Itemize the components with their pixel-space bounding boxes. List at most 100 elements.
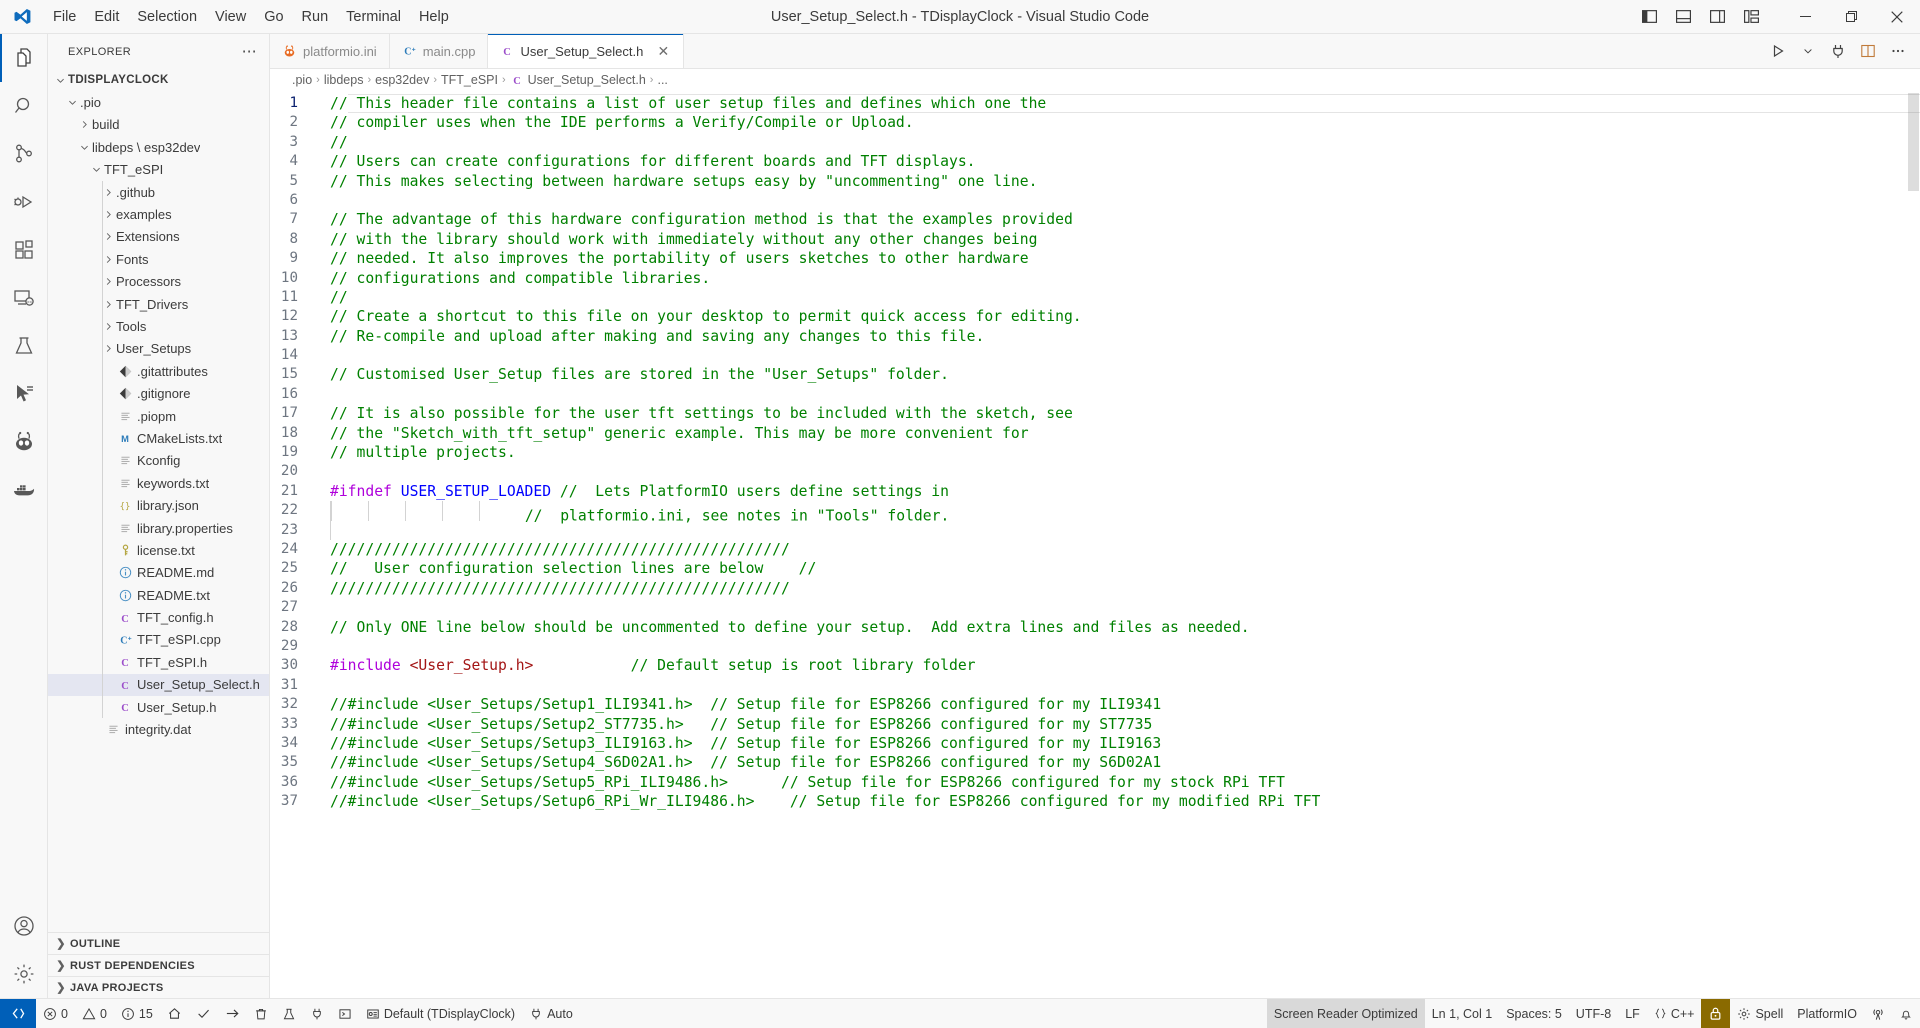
run-code-icon[interactable] xyxy=(1764,34,1792,69)
tree-folder-tools[interactable]: Tools xyxy=(48,315,269,337)
code-line[interactable]: 34//#include <User_Setups/Setup3_ILI9163… xyxy=(270,734,1920,753)
code-line[interactable]: 20 xyxy=(270,462,1920,481)
code-line[interactable]: 9// needed. It also improves the portabi… xyxy=(270,249,1920,268)
code-line[interactable]: 27 xyxy=(270,598,1920,617)
tab-platformio-ini[interactable]: platformio.ini xyxy=(270,34,390,68)
tree-folder-tft-drivers[interactable]: TFT_Drivers xyxy=(48,293,269,315)
chevron-down-icon[interactable] xyxy=(64,97,80,108)
sidebar-item-rust-dependencies[interactable]: ❯ RUST DEPENDENCIES xyxy=(48,954,269,976)
code-editor[interactable]: 1// This header file contains a list of … xyxy=(270,91,1920,998)
code-line[interactable]: 15// Customised User_Setup files are sto… xyxy=(270,365,1920,384)
tree-file-readme-md[interactable]: README.md xyxy=(48,562,269,584)
chevron-down-icon[interactable] xyxy=(52,75,68,86)
tree-folder-extensions[interactable]: Extensions xyxy=(48,226,269,248)
code-line[interactable]: 19// multiple projects. xyxy=(270,443,1920,462)
activity-testing[interactable] xyxy=(0,322,48,370)
tree-folder-build[interactable]: build xyxy=(48,114,269,136)
file-tree[interactable]: TDISPLAYCLOCK.piobuildlibdeps \ esp32dev… xyxy=(48,69,269,932)
tree-folder--github[interactable]: .github xyxy=(48,181,269,203)
status-pio-serial-monitor[interactable] xyxy=(303,999,331,1028)
status-pio-project-env[interactable]: Default (TDisplayClock) xyxy=(359,999,522,1028)
status-pio-home[interactable] xyxy=(160,999,189,1028)
code-line[interactable]: 13// Re-compile and upload after making … xyxy=(270,327,1920,346)
activity-remote-explorer[interactable]: >< xyxy=(0,274,48,322)
code-line[interactable]: 36//#include <User_Setups/Setup5_RPi_ILI… xyxy=(270,773,1920,792)
code-line[interactable]: 30#include <User_Setup.h> // Default set… xyxy=(270,656,1920,675)
breadcrumb-item[interactable]: CUser_Setup_Select.h xyxy=(510,73,646,87)
code-line[interactable]: 5// This makes selecting between hardwar… xyxy=(270,172,1920,191)
tree-file--piopm[interactable]: .piopm xyxy=(48,405,269,427)
toggle-secondary-sidebar-icon[interactable] xyxy=(1700,0,1734,34)
code-line[interactable]: 11// xyxy=(270,288,1920,307)
activity-docker[interactable] xyxy=(0,466,48,514)
code-line[interactable]: 14 xyxy=(270,346,1920,365)
scrollbar-thumb[interactable] xyxy=(1908,93,1919,191)
minimize-button[interactable] xyxy=(1782,0,1828,34)
tree-file-license-txt[interactable]: license.txt xyxy=(48,539,269,561)
breadcrumb-item[interactable]: libdeps xyxy=(324,73,364,87)
editor-vertical-scrollbar[interactable] xyxy=(1906,91,1920,998)
tree-folder-examples[interactable]: examples xyxy=(48,203,269,225)
activity-run-debug[interactable] xyxy=(0,178,48,226)
code-line[interactable]: 24//////////////////////////////////////… xyxy=(270,540,1920,559)
code-line[interactable]: 1// This header file contains a list of … xyxy=(270,94,1920,113)
code-line[interactable]: 8// with the library should work with im… xyxy=(270,230,1920,249)
status-editor-language[interactable]: C++ xyxy=(1647,999,1702,1028)
status-editor-indentation[interactable]: Spaces: 5 xyxy=(1499,999,1569,1028)
tree-file-cmakelists-txt[interactable]: MCMakeLists.txt xyxy=(48,427,269,449)
menu-file[interactable]: File xyxy=(44,5,85,29)
tree-folder--pio[interactable]: .pio xyxy=(48,91,269,113)
code-line[interactable]: 17// It is also possible for the user tf… xyxy=(270,404,1920,423)
chevron-right-icon[interactable] xyxy=(76,119,92,130)
remote-window-icon[interactable] xyxy=(0,999,36,1028)
status-pio-build[interactable] xyxy=(189,999,218,1028)
run-chevron-icon[interactable] xyxy=(1794,34,1822,69)
menu-edit[interactable]: Edit xyxy=(85,5,128,29)
tree-file-library-properties[interactable]: library.properties xyxy=(48,517,269,539)
tree-file-integrity-dat[interactable]: integrity.dat xyxy=(48,718,269,740)
code-line[interactable]: 32//#include <User_Setups/Setup1_ILI9341… xyxy=(270,695,1920,714)
code-line[interactable]: 35//#include <User_Setups/Setup4_S6D02A1… xyxy=(270,753,1920,772)
status-pio-serial-port[interactable]: Auto xyxy=(522,999,580,1028)
code-line[interactable]: 25// User configuration selection lines … xyxy=(270,559,1920,578)
ellipsis-icon[interactable]: ⋯ xyxy=(242,44,263,59)
breadcrumb-item[interactable]: TFT_eSPI xyxy=(441,73,498,87)
serial-monitor-icon[interactable] xyxy=(1824,34,1852,69)
activity-source-control[interactable] xyxy=(0,130,48,178)
status-problems-errors[interactable]: 0 xyxy=(36,999,75,1028)
activity-search[interactable] xyxy=(0,82,48,130)
chevron-down-icon[interactable] xyxy=(76,142,92,153)
tab-user-setup-select-h[interactable]: CUser_Setup_Select.h✕ xyxy=(488,34,684,68)
status-pio-clean[interactable] xyxy=(247,999,275,1028)
tab-close-icon[interactable]: ✕ xyxy=(655,43,671,60)
activity-cursor[interactable] xyxy=(0,370,48,418)
menu-go[interactable]: Go xyxy=(255,5,292,29)
activity-accounts[interactable] xyxy=(0,902,48,950)
tree-file-readme-txt[interactable]: README.txt xyxy=(48,584,269,606)
breadcrumb-item[interactable]: esp32dev xyxy=(375,73,429,87)
code-line[interactable]: 29 xyxy=(270,637,1920,656)
tree-file--gitignore[interactable]: .gitignore xyxy=(48,382,269,404)
sidebar-item-outline[interactable]: ❯ OUTLINE xyxy=(48,932,269,954)
code-line[interactable]: 2// compiler uses when the IDE performs … xyxy=(270,113,1920,132)
activity-manage[interactable] xyxy=(0,950,48,998)
status-editor-eol[interactable]: LF xyxy=(1618,999,1647,1028)
tree-file-user-setup-select-h[interactable]: CUser_Setup_Select.h xyxy=(48,674,269,696)
tree-file-tft-espi-cpp[interactable]: C+TFT_eSPI.cpp xyxy=(48,629,269,651)
breadcrumb[interactable]: .pio›libdeps›esp32dev›TFT_eSPI›CUser_Set… xyxy=(270,69,1920,91)
tree-folder-libdeps-esp32dev[interactable]: libdeps \ esp32dev xyxy=(48,136,269,158)
close-button[interactable] xyxy=(1874,0,1920,34)
maximize-button[interactable] xyxy=(1828,0,1874,34)
activity-extensions[interactable] xyxy=(0,226,48,274)
code-line[interactable]: 21#ifndef USER_SETUP_LOADED // Lets Plat… xyxy=(270,482,1920,501)
menu-run[interactable]: Run xyxy=(293,5,338,29)
breadcrumb-item[interactable]: ... xyxy=(657,73,667,87)
status-problems-warnings[interactable]: 0 xyxy=(75,999,114,1028)
tree-folder-fonts[interactable]: Fonts xyxy=(48,248,269,270)
status-remote-tunnel[interactable] xyxy=(1864,999,1892,1028)
status-pio-ide-lock[interactable] xyxy=(1701,999,1730,1028)
activity-explorer[interactable] xyxy=(0,34,48,82)
tree-file--gitattributes[interactable]: .gitattributes xyxy=(48,360,269,382)
status-spell-checker[interactable]: Spell xyxy=(1730,999,1790,1028)
toggle-panel-icon[interactable] xyxy=(1666,0,1700,34)
